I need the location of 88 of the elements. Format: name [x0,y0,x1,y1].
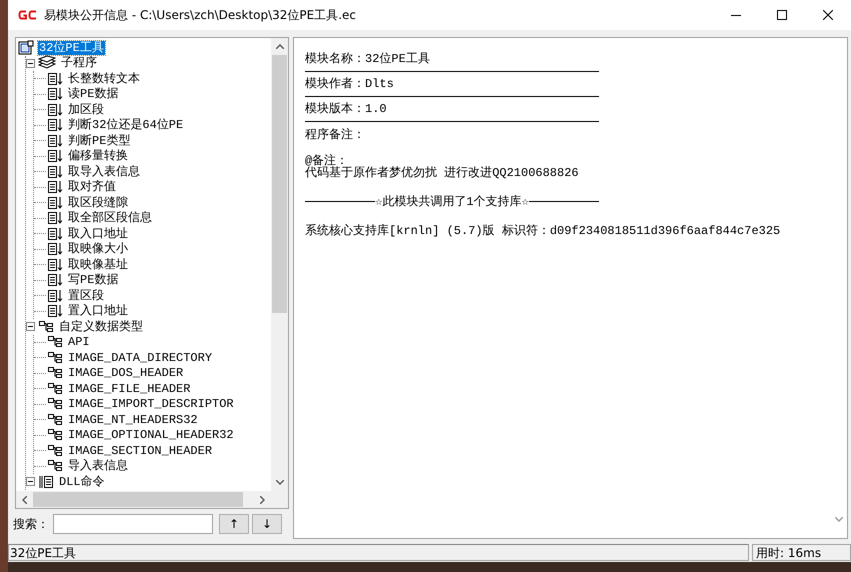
window-title: 易模块公开信息 - C:\Users\zch\Desktop\32位PE工具.ec [44,6,358,24]
procedure-icon [47,102,63,117]
procedure-icon [47,242,63,256]
tree-item[interactable]: API [67,335,91,350]
data-type-icon [47,412,63,427]
data-type-icon [38,320,54,334]
close-icon [823,10,833,20]
tree-item[interactable]: 偏移量转换 [67,149,129,164]
next-button[interactable]: ↓ [252,514,282,534]
previous-button[interactable]: ↑ [219,514,249,534]
document-icon [38,474,54,489]
tree-item[interactable]: DLL命令 [58,474,106,489]
tree-item[interactable]: IMAGE_SECTION_HEADER [67,444,214,458]
tree-item[interactable]: 取映像基址 [67,258,129,272]
tree-item[interactable]: 置区段 [67,288,105,303]
module-icon [18,40,34,56]
tree-item[interactable]: 取对齐值 [67,180,117,194]
procedure-icon [47,72,63,86]
procedure-icon [47,304,63,318]
tree-item[interactable]: 取区段缝隙 [67,196,129,210]
collapse-toggle[interactable] [26,58,35,68]
scroll-thumb[interactable] [272,55,287,313]
horizontal-scrollbar[interactable] [16,491,288,508]
tree-item[interactable]: IMAGE_DATA_DIRECTORY [67,350,214,365]
tree-item[interactable]: 32位PE工具 [38,40,105,55]
tree-item[interactable]: IMAGE_IMPORT_DESCRIPTOR [67,397,235,412]
remark-label: 程序备注： [305,127,366,144]
tree-item[interactable]: 读PE数据 [67,87,120,102]
data-type-icon [47,335,63,350]
tree-item[interactable]: 取入口地址 [67,226,129,241]
vertical-scrollbar[interactable] [271,38,288,492]
tree-item[interactable]: IMAGE_DOS_HEADER [67,366,184,380]
data-type-icon [47,350,63,365]
scroll-up-icon [276,44,284,49]
procedure-icon [47,196,63,210]
scroll-down-icon [276,480,284,486]
tree-item[interactable]: 自定义数据类型 [58,320,144,334]
elapsed-time: 用时: 16ms [752,544,851,561]
search-label: 搜索： [13,516,49,533]
tree-item[interactable]: IMAGE_OPTIONAL_HEADER32 [67,428,235,442]
tree-item[interactable]: 加区段 [67,102,105,117]
scroll-right-icon [260,496,265,504]
scroll-left-icon [22,496,27,504]
tree-item[interactable]: IMAGE_FILE_HEADER [67,382,192,396]
remark-text: 代码基于原作者梦优勿扰 进行改进QQ2100688826 [305,167,580,179]
tree-item[interactable]: 长整数转文本 [67,72,141,86]
data-type-icon [47,382,63,396]
info-field: 模块作者：Dlts [305,72,599,97]
data-type-icon [47,366,63,380]
status-text: 32位PE工具 [8,544,749,561]
data-type-icon [47,444,63,458]
info-field: 模块版本：1.0 [305,97,599,122]
data-type-icon [47,428,63,442]
procedure-icon [47,211,63,226]
procedure-icon [47,118,63,132]
app-logo-icon [18,9,38,21]
tree-item[interactable]: 取映像大小 [67,242,129,256]
books-icon [38,55,56,72]
collapse-toggle[interactable] [26,477,35,486]
procedure-icon [47,288,63,303]
procedure-icon [47,226,63,241]
procedure-icon [47,149,63,164]
library-info: 系统核心支持库[krnln] (5.7)版 标识符：d09f2340818511d396f6aaf844c7e325 [305,223,782,239]
tree-item[interactable]: IMAGE_NT_HEADERS32 [67,412,199,427]
info-field: 模块名称：32位PE工具 [305,47,599,72]
tree-item[interactable]: 写PE数据 [67,273,120,288]
procedure-icon [47,134,63,148]
data-type-icon [47,397,63,412]
procedure-icon [47,273,63,288]
scroll-thumb[interactable] [33,492,243,508]
procedure-icon [47,164,63,179]
search-field[interactable] [53,514,213,534]
tree-item[interactable]: 取全部区段信息 [67,211,153,226]
procedure-icon [47,258,63,272]
data-type-icon [47,459,63,474]
tree-item[interactable]: 判断PE类型 [67,134,132,148]
procedure-icon [47,87,63,102]
tree-item[interactable]: 子程序 [60,56,98,70]
collapse-toggle[interactable] [26,322,35,332]
scroll-down-icon [834,517,842,522]
tree-item[interactable]: 导入表信息 [67,459,129,474]
library-header: ☆此模块共调用了1个支持库☆ [375,194,529,210]
remark-text: @备注： [305,155,348,167]
maximize-icon [777,10,787,20]
tree-item[interactable]: 取导入表信息 [67,164,141,179]
tree-item[interactable]: 判断32位还是64位PE [67,118,184,132]
tree-item[interactable]: 置入口地址 [67,304,129,318]
procedure-icon [47,180,63,194]
